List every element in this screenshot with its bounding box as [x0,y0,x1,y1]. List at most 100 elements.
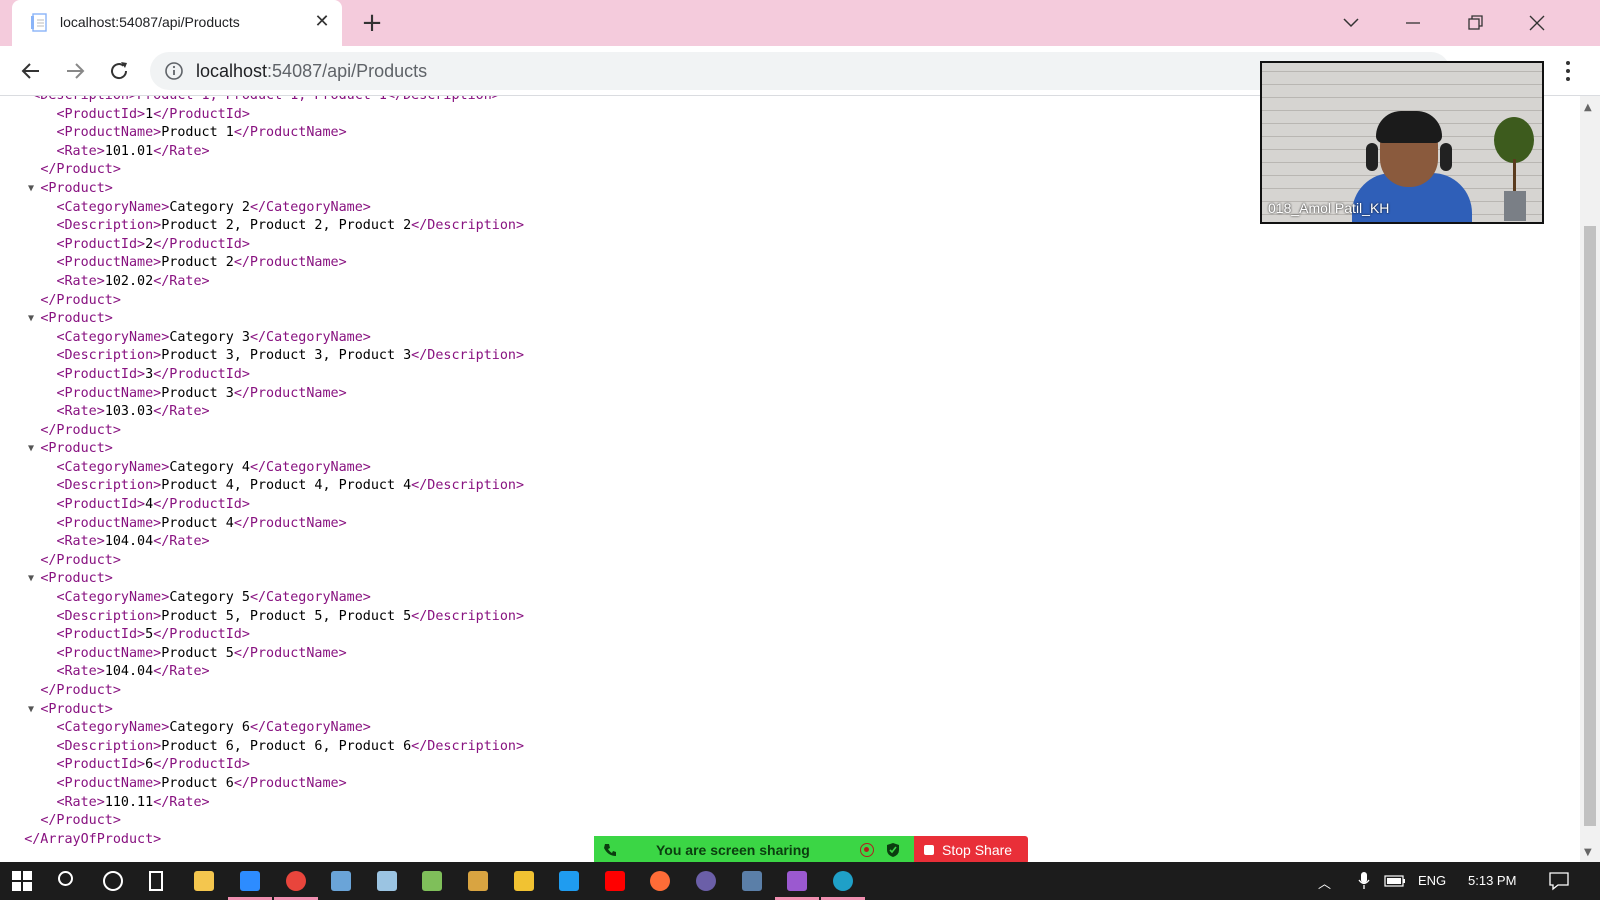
xml-tag: </ProductId> [153,366,250,382]
xml-tag: </Product> [40,292,121,308]
git-icon[interactable] [502,862,546,900]
xml-value: Product 2, Product 2, Product 2 [161,218,412,234]
xml-tag: </CategoryName> [249,329,371,345]
xml-product-open[interactable]: ▼ <Product> [0,180,524,199]
xml-field-line: <Rate>101.01</Rate> [0,143,524,162]
scroll-up-icon[interactable]: ▲ [1584,102,1592,113]
xml-tag: </ArrayOfProduct> [24,831,162,847]
notepad-icon[interactable] [410,862,454,900]
xml-value: Product 6, Product 6, Product 6 [161,738,412,754]
tab-title: localhost:54087/api/Products [60,14,240,30]
brick-line [1262,71,1542,72]
forward-arrow-icon[interactable] [60,56,90,86]
xml-value: Product 3 [161,385,234,401]
participant-name: 018_Amol Patil_KH [1268,200,1390,216]
notification-icon[interactable] [1548,871,1570,891]
xml-field-line: <Rate>104.04</Rate> [0,663,524,682]
xml-value: Category 3 [169,329,250,345]
xml-field-line: <Description>Product 4, Product 4, Produ… [0,477,524,496]
xml-value: Category 2 [169,199,250,215]
xml-field-line: <ProductId>1</ProductId> [0,106,524,125]
collapse-toggle-icon[interactable]: ▼ [28,440,34,459]
headset-earcup [1440,143,1452,171]
stop-share-button[interactable]: Stop Share [914,836,1028,864]
vscode-icon[interactable] [547,862,591,900]
xml-value: Product 4, Product 4, Product 4 [161,478,412,494]
minimize-icon[interactable] [1398,8,1428,38]
record-icon[interactable] [860,843,874,857]
visual-studio-glyph [787,871,808,891]
xml-value: 4 [145,497,154,513]
info-icon[interactable] [164,61,184,81]
collapse-toggle-icon[interactable]: ▼ [28,701,34,720]
xml-tag: <CategoryName> [56,720,170,736]
xml-product-open[interactable]: ▼ <Product> [0,440,524,459]
file-explorer-glyph [194,871,215,891]
clock[interactable]: 5:13 PM [1468,873,1516,888]
drag-handle-icon[interactable] [602,842,618,858]
xml-value: 6 [145,757,154,773]
xml-tag: <Description> [56,218,162,234]
xml-tag: <CategoryName> [56,459,170,475]
microphone-icon[interactable] [1358,872,1370,890]
file-explorer-icon[interactable] [182,862,226,900]
vertical-scrollbar[interactable]: ▲ ▼ [1580,96,1600,862]
xml-product-open[interactable]: ▼ <Product> [0,701,524,720]
remote-desktop-icon[interactable] [319,862,363,900]
reload-icon[interactable] [104,56,134,86]
xml-field-line: <ProductId>5</ProductId> [0,626,524,645]
tray-chevron-icon[interactable]: ︿ [1318,873,1331,892]
start-icon[interactable] [0,862,44,900]
visual-studio-icon[interactable] [775,862,820,900]
scroll-down-icon[interactable]: ▼ [1584,847,1592,858]
xml-product-open[interactable]: ▼ <Product> [0,310,524,329]
eclipse-icon[interactable] [684,862,728,900]
remote-desktop-glyph [331,871,352,891]
edge-icon[interactable] [820,862,865,900]
close-window-icon[interactable] [1522,8,1552,38]
new-tab-button[interactable]: + [358,9,386,37]
address-bar[interactable]: localhost:54087/api/Products [150,52,1450,90]
app-icon[interactable] [365,862,409,900]
xml-value: 1 [145,106,154,122]
postman-icon[interactable] [638,862,682,900]
collapse-toggle-icon[interactable]: ▼ [28,310,34,329]
task-view-icon[interactable] [137,862,181,900]
youtube-glyph [604,871,625,891]
sql-server-icon[interactable] [730,862,774,900]
youtube-icon[interactable] [593,862,637,900]
xml-product-close: </Product> [0,812,524,831]
zoom-icon[interactable] [228,862,272,900]
windows-taskbar: ︿ ENG 5:13 PM [0,862,1600,900]
word-icon[interactable] [456,862,500,900]
stop-share-label: Stop Share [942,842,1013,858]
restore-icon[interactable] [1460,8,1490,38]
collapse-toggle-icon[interactable]: ▼ [28,570,34,589]
browser-tab[interactable]: localhost:54087/api/Products ✕ [12,0,342,46]
xml-tag: <Description> [56,608,162,624]
cortana-icon[interactable] [91,862,135,900]
more-menu-icon[interactable] [1556,58,1580,84]
collapse-toggle-icon[interactable]: ▼ [28,180,34,199]
share-status[interactable]: You are screen sharing [594,836,914,864]
close-tab-icon[interactable]: ✕ [312,12,332,32]
back-arrow-icon[interactable] [16,56,46,86]
url-text[interactable]: localhost:54087/api/Products [196,61,427,82]
xml-line-partial: <Description>Product 1, Product 1, Produ… [0,96,524,106]
xml-tag: <ProductName> [56,385,162,401]
shield-check-icon[interactable] [886,842,900,858]
xml-product-open[interactable]: ▼ <Product> [0,570,524,589]
plant-image [1494,117,1534,163]
language-indicator[interactable]: ENG [1418,873,1446,888]
xml-tag: <ProductName> [56,775,162,791]
xml-tag: </ProductName> [233,125,347,141]
search-icon[interactable] [46,862,90,900]
battery-icon[interactable] [1384,875,1406,887]
chevron-down-icon[interactable] [1336,8,1366,38]
chrome-icon[interactable] [273,862,318,900]
xml-field-line: <Rate>103.03</Rate> [0,403,524,422]
xml-field-line: <Rate>104.04</Rate> [0,533,524,552]
video-thumbnail[interactable]: 018_Amol Patil_KH [1260,61,1544,224]
xml-tag: <Rate> [56,664,105,680]
scroll-thumb[interactable] [1584,226,1596,826]
